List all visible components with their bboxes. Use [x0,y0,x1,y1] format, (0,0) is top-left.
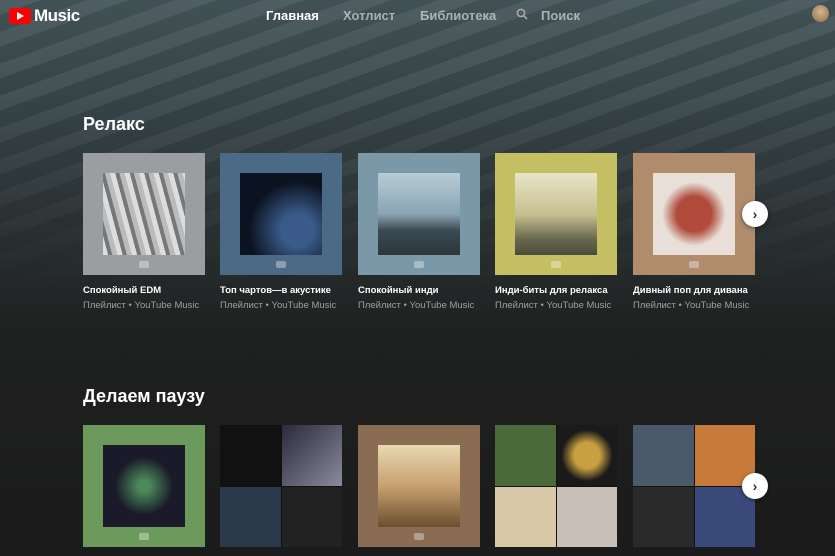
playlist-thumbnail [633,425,755,547]
youtube-icon [414,533,424,540]
playlist-card[interactable] [358,425,480,547]
card-title[interactable]: Дивный поп для дивана [633,285,755,296]
card-subtitle: Плейлист • YouTube Music [633,300,750,311]
playlist-card[interactable] [83,425,205,547]
search-button[interactable]: Поиск [541,8,580,23]
nav-library[interactable]: Библиотека [420,8,496,23]
playlist-card[interactable]: Топ чартов—в акустике Плейлист • YouTube… [220,153,342,311]
playlist-card[interactable]: Дивный поп для дивана Плейлист • YouTube… [633,153,755,311]
youtube-icon [551,261,561,268]
playlist-thumbnail [220,425,342,547]
youtube-icon [276,261,286,268]
youtube-icon [139,261,149,268]
playlist-card[interactable]: Спокойный инди Плейлист • YouTube Music [358,153,480,311]
youtube-music-logo[interactable]: Music [9,6,80,26]
top-bar: Music Главная Хотлист Библиотека Поиск [0,0,835,32]
avatar[interactable] [812,5,829,22]
chevron-right-icon[interactable]: › [742,473,768,499]
card-subtitle: Плейлист • YouTube Music [83,300,200,311]
playlist-card[interactable] [495,425,617,547]
playlist-thumbnail [220,153,342,275]
card-title[interactable]: Спокойный инди [358,285,480,296]
search-icon[interactable] [516,8,528,20]
youtube-play-icon [9,8,31,24]
card-title[interactable]: Топ чартов—в акустике [220,285,342,296]
playlist-card[interactable]: Спокойный EDM Плейлист • YouTube Music [83,153,205,311]
chevron-right-icon[interactable]: › [742,201,768,227]
section-title-pause: Делаем паузу [83,386,205,406]
playlist-card[interactable] [633,425,755,547]
youtube-icon [139,533,149,540]
playlist-card[interactable]: Инди-биты для релакса Плейлист • YouTube… [495,153,617,311]
card-subtitle: Плейлист • YouTube Music [495,300,612,311]
playlist-thumbnail [83,153,205,275]
youtube-icon [414,261,424,268]
card-title[interactable]: Инди-биты для релакса [495,285,617,296]
nav-home[interactable]: Главная [266,8,319,23]
playlist-thumbnail [83,425,205,547]
playlist-thumbnail [358,153,480,275]
card-title[interactable]: Спокойный EDM [83,285,205,296]
playlist-thumbnail [495,425,617,547]
youtube-icon [689,261,699,268]
card-subtitle: Плейлист • YouTube Music [358,300,475,311]
card-subtitle: Плейлист • YouTube Music [220,300,337,311]
playlist-card[interactable] [220,425,342,547]
playlist-thumbnail [358,425,480,547]
section-title-relax: Релакс [83,114,145,134]
playlist-thumbnail [495,153,617,275]
nav-hotlist[interactable]: Хотлист [343,8,395,23]
playlist-thumbnail [633,153,755,275]
